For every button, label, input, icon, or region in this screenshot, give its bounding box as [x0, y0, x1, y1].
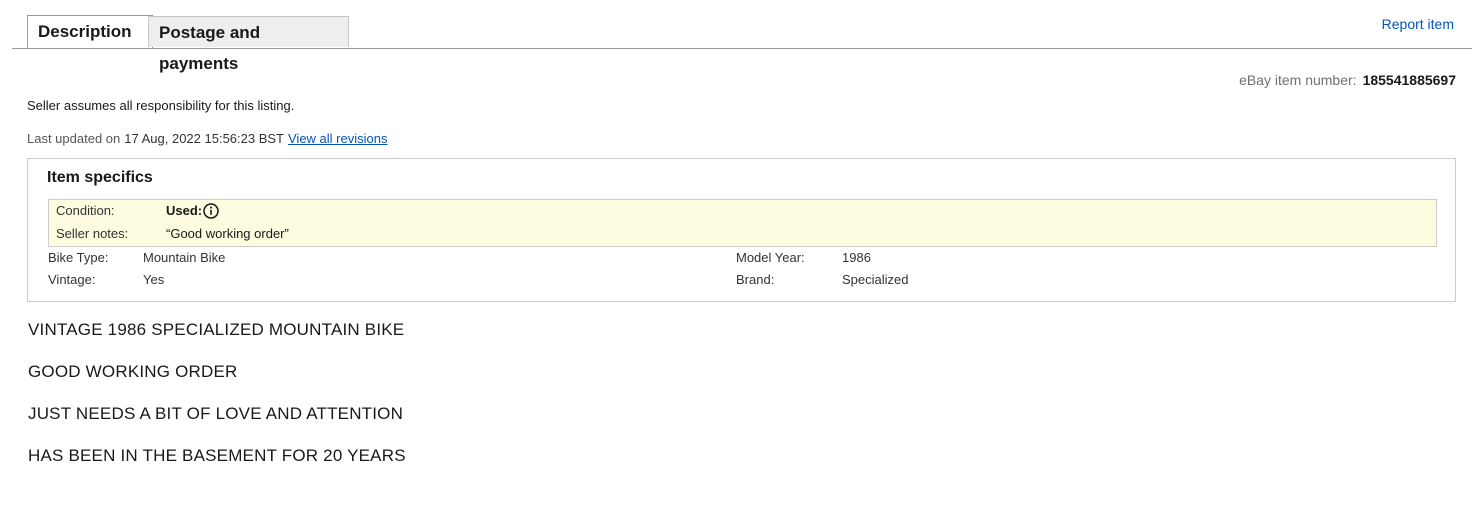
spec-value: Yes	[143, 272, 165, 287]
spec-value: Specialized	[842, 272, 909, 287]
item-number-label: eBay item number:	[1239, 72, 1357, 88]
seller-responsibility-note: Seller assumes all responsibility for th…	[27, 98, 295, 113]
spec-bike-type: Bike Type: Mountain Bike	[48, 250, 225, 265]
spec-label: Brand:	[736, 272, 775, 287]
item-number-value: 185541885697	[1362, 72, 1456, 88]
condition-row: Condition: Used:	[56, 202, 219, 219]
description-line: JUST NEEDS A BIT OF LOVE AND ATTENTION	[28, 404, 404, 423]
spec-label: Vintage:	[48, 272, 96, 287]
item-specifics-title: Item specifics	[47, 169, 153, 186]
condition-value: Used:	[166, 203, 203, 218]
tab-bar: Description Postage and payments	[12, 15, 1472, 73]
report-item-link[interactable]: Report item	[1382, 16, 1454, 32]
spec-vintage: Vintage: Yes	[48, 272, 164, 287]
seller-notes-row: Seller notes: “Good working order”	[56, 226, 289, 241]
last-updated: Last updated on 17 Aug, 2022 15:56:23 BST…	[27, 131, 387, 146]
last-updated-date: 17 Aug, 2022 15:56:23 BST	[124, 131, 284, 146]
tab-description[interactable]: Description	[27, 15, 153, 48]
seller-notes-value: “Good working order”	[166, 226, 289, 241]
seller-notes-label: Seller notes:	[56, 226, 129, 241]
item-number: eBay item number: 185541885697	[1239, 72, 1456, 88]
description-line: HAS BEEN IN THE BASEMENT FOR 20 YEARS	[28, 446, 406, 465]
item-specifics-panel: Item specifics Condition: Used: Seller no…	[27, 158, 1456, 302]
condition-label: Condition:	[56, 203, 115, 218]
spec-value: Mountain Bike	[143, 250, 226, 265]
spec-brand: Brand: Specialized	[736, 272, 909, 287]
spec-label: Model Year:	[736, 250, 805, 265]
condition-box: Condition: Used: Seller notes: “Good worki…	[48, 199, 1437, 247]
description-line: GOOD WORKING ORDER	[28, 362, 238, 381]
spec-value: 1986	[842, 250, 871, 265]
description-line: VINTAGE 1986 SPECIALIZED MOUNTAIN BIKE	[28, 320, 405, 339]
spec-label: Bike Type:	[48, 250, 109, 265]
last-updated-label: Last updated on	[27, 131, 121, 146]
info-icon[interactable]	[203, 202, 219, 219]
tab-postage-and-payments[interactable]: Postage and payments	[148, 16, 349, 73]
spec-model-year: Model Year: 1986	[736, 250, 871, 265]
view-all-revisions-link[interactable]: View all revisions	[288, 131, 387, 146]
